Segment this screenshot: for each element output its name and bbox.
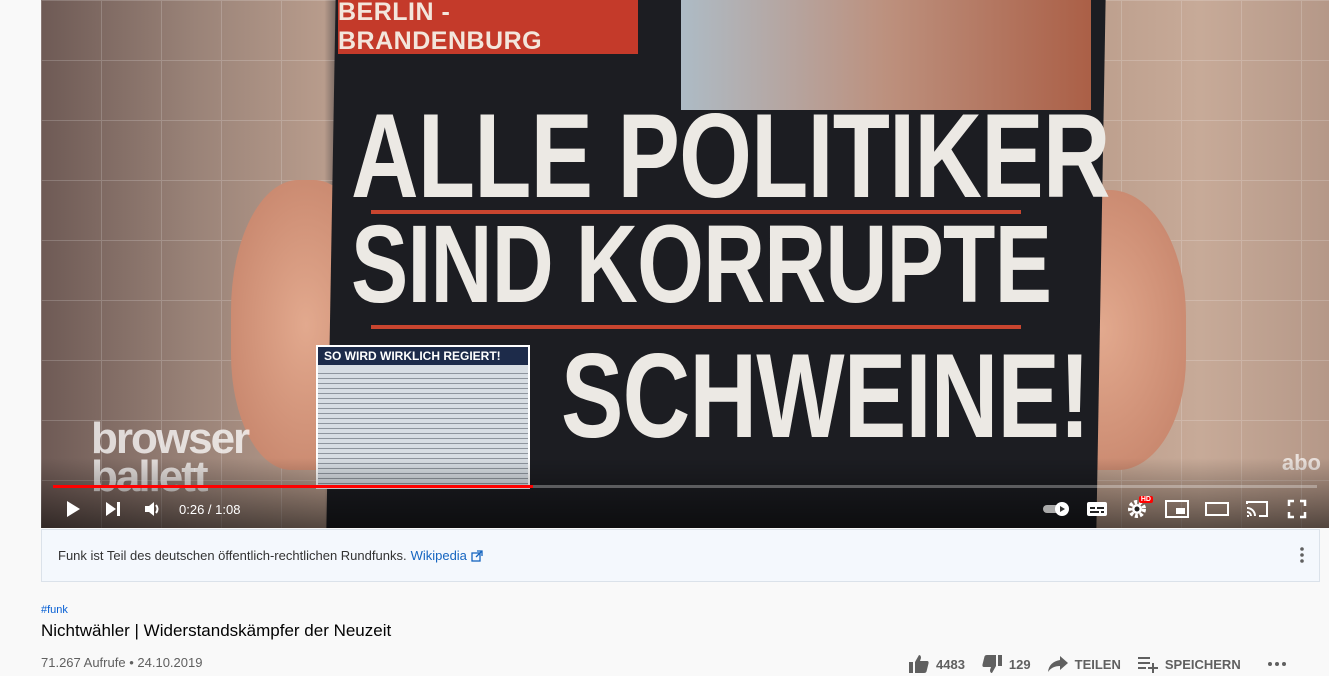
share-label: TEILEN bbox=[1074, 656, 1121, 672]
playlist-add-icon bbox=[1137, 657, 1158, 673]
subtitles-icon bbox=[1087, 502, 1107, 516]
headline-line-2: SIND KORRUPTE bbox=[351, 203, 1052, 326]
more-vertical-icon bbox=[1300, 547, 1304, 563]
fullscreen-icon bbox=[1287, 499, 1307, 519]
fullscreen-button[interactable] bbox=[1277, 491, 1317, 527]
save-button[interactable]: SPEICHERN bbox=[1137, 655, 1241, 673]
wikipedia-link-label: Wikipedia bbox=[410, 548, 467, 563]
thumbs-up-icon bbox=[909, 655, 929, 673]
thumbs-down-icon bbox=[982, 655, 1002, 673]
headline-line-3: SCHWEINE! bbox=[561, 329, 1090, 463]
progress-fill bbox=[53, 485, 534, 488]
cast-icon bbox=[1246, 501, 1268, 517]
hd-badge: HD bbox=[1138, 496, 1153, 503]
view-count: 71.267 Aufrufe bbox=[41, 655, 126, 670]
settings-button[interactable]: HD bbox=[1117, 491, 1157, 527]
publish-date: 24.10.2019 bbox=[137, 655, 203, 670]
wikipedia-link[interactable]: Wikipedia bbox=[411, 548, 483, 563]
time-display: 0:26 / 1:08 bbox=[179, 501, 241, 517]
theater-mode-button[interactable] bbox=[1197, 491, 1237, 527]
dislike-count: 129 bbox=[1008, 656, 1031, 672]
autoplay-toggle-icon bbox=[1043, 502, 1069, 516]
hashtag-link[interactable]: #funk bbox=[41, 604, 68, 616]
action-bar: 4483 129 TEILEN SPEICHERN bbox=[908, 652, 1303, 676]
player-controls: 0:26 / 1:08 HD bbox=[41, 490, 1329, 528]
like-button[interactable]: 4483 bbox=[908, 654, 965, 674]
autoplay-toggle[interactable] bbox=[1037, 491, 1077, 527]
inset-title: SO WIRD WIRKLICH REGIERT! bbox=[318, 347, 528, 365]
dislike-button[interactable]: 129 bbox=[981, 654, 1031, 674]
subtitles-button[interactable] bbox=[1077, 491, 1117, 527]
more-actions-button[interactable] bbox=[1267, 661, 1287, 667]
progress-bar[interactable] bbox=[53, 485, 1317, 488]
miniplayer-icon bbox=[1165, 500, 1189, 518]
headline-line-1: ALLE POLITIKER bbox=[351, 89, 1110, 223]
video-title: Nichtwähler | Widerstandskämpfer der Neu… bbox=[41, 621, 392, 640]
external-link-icon bbox=[471, 549, 483, 562]
like-count: 4483 bbox=[936, 656, 965, 672]
meta-separator: • bbox=[129, 655, 134, 670]
video-meta: 71.267 Aufrufe • 24.10.2019 bbox=[41, 655, 202, 670]
info-panel: Funk ist Teil des deutschen öffentlich-r… bbox=[41, 529, 1320, 582]
next-icon bbox=[106, 502, 120, 516]
share-icon bbox=[1047, 656, 1068, 672]
mute-button[interactable] bbox=[133, 491, 173, 527]
volume-icon bbox=[145, 502, 159, 516]
info-panel-menu-button[interactable] bbox=[1299, 546, 1305, 567]
info-panel-text: Funk ist Teil des deutschen öffentlich-r… bbox=[58, 548, 407, 563]
newspaper-region: BERLIN - BRANDENBURG bbox=[338, 0, 638, 55]
theater-icon bbox=[1205, 502, 1229, 516]
cast-button[interactable] bbox=[1237, 491, 1277, 527]
share-button[interactable]: TEILEN bbox=[1047, 655, 1121, 673]
next-button[interactable] bbox=[93, 491, 133, 527]
play-button[interactable] bbox=[53, 491, 93, 527]
play-icon bbox=[67, 501, 80, 517]
save-label: SPEICHERN bbox=[1164, 656, 1241, 672]
video-player[interactable]: BERLIN - BRANDENBURG ALLE POLITIKER SIND… bbox=[41, 0, 1329, 528]
more-horizontal-icon bbox=[1267, 662, 1286, 666]
miniplayer-button[interactable] bbox=[1157, 491, 1197, 527]
